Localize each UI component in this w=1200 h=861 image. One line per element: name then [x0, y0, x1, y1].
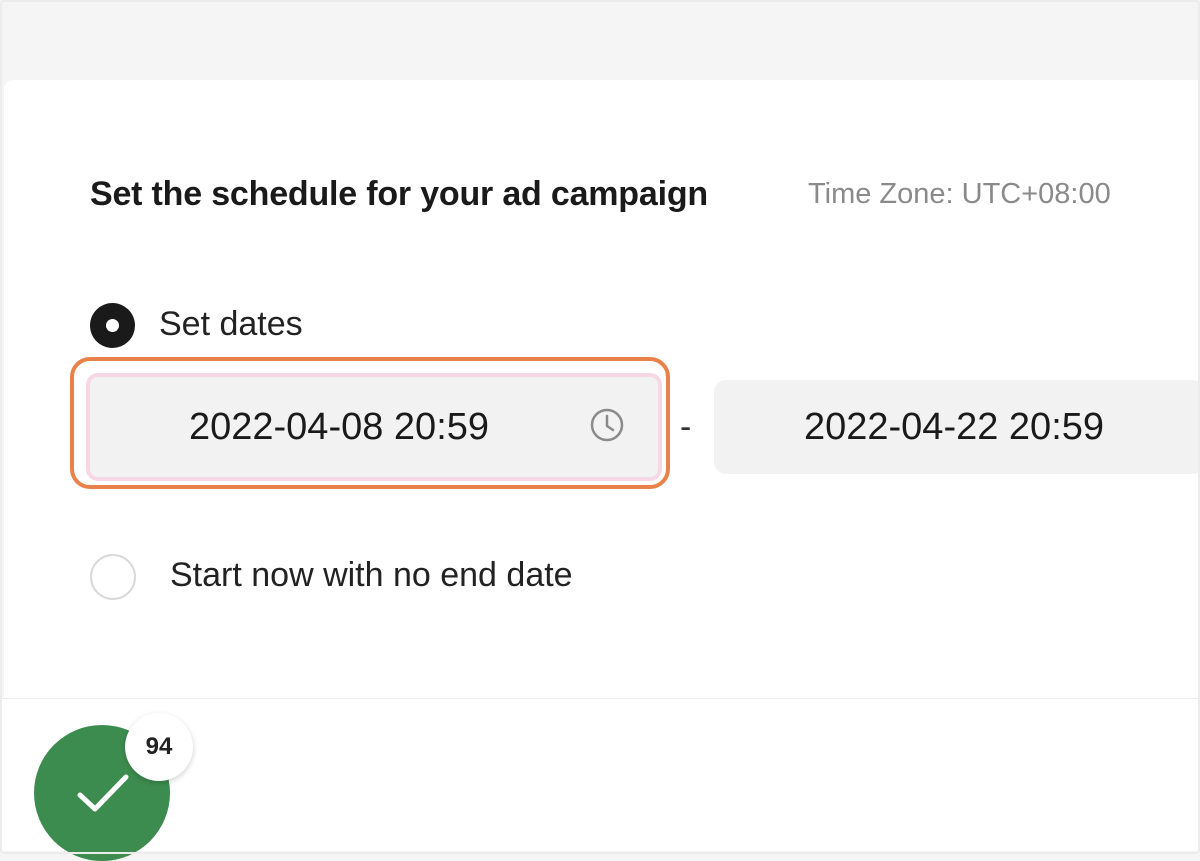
set-dates-radio[interactable] [90, 303, 135, 348]
check-icon [77, 774, 129, 812]
date-range-separator: - [680, 408, 692, 446]
start-now-label[interactable]: Start now with no end date [170, 556, 573, 595]
top-band [0, 0, 1200, 80]
start-now-radio[interactable] [90, 554, 136, 600]
progress-count-bubble: 94 [125, 713, 193, 781]
set-dates-label[interactable]: Set dates [159, 305, 303, 344]
end-date-input[interactable]: 2022-04-22 20:59 [714, 380, 1200, 474]
start-date-input[interactable]: 2022-04-08 20:59 [86, 373, 662, 481]
timezone-label: Time Zone: UTC+08:00 [808, 178, 1111, 210]
end-date-value: 2022-04-22 20:59 [803, 405, 1105, 448]
clock-icon[interactable] [589, 407, 625, 443]
progress-count: 94 [145, 733, 173, 760]
schedule-heading: Set the schedule for your ad campaign [90, 175, 708, 213]
start-date-value: 2022-04-08 20:59 [188, 405, 490, 448]
